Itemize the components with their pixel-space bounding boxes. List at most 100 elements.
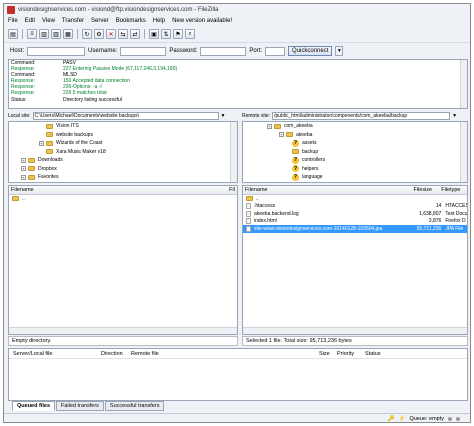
- vertical-scrollbar[interactable]: [460, 122, 467, 182]
- remote-site-input[interactable]: /public_html/administrator/components/co…: [272, 111, 451, 120]
- message-log[interactable]: Command: PASV Response: 227 Entering Passiv…: [8, 59, 468, 109]
- sync-browsing-icon[interactable]: ⇅: [161, 29, 171, 39]
- tree-item[interactable]: + Dropbox: [9, 165, 237, 174]
- list-item[interactable]: ..: [243, 195, 467, 203]
- remote-site-label: Remote site:: [242, 112, 271, 119]
- expand-icon[interactable]: +: [21, 174, 26, 180]
- file-icon: [246, 203, 251, 210]
- vertical-scrollbar[interactable]: [230, 122, 237, 182]
- reconnect-icon[interactable]: ⇄: [130, 29, 140, 39]
- tree-item-label: language: [302, 174, 323, 181]
- tree-item[interactable]: +Xara Music Maker v18: [9, 148, 237, 157]
- tab-failed-transfers[interactable]: Failed transfers: [56, 401, 104, 411]
- column-filesize[interactable]: Filesize: [411, 187, 439, 193]
- file-name: ..: [22, 195, 25, 202]
- tree-item[interactable]: +website backups: [9, 131, 237, 140]
- menu-transfer[interactable]: Transfer: [62, 18, 84, 24]
- expand-icon[interactable]: +: [267, 123, 272, 129]
- tree-item[interactable]: +backup: [243, 148, 467, 157]
- column-filename[interactable]: Filename: [9, 187, 227, 193]
- list-item[interactable]: .htaccess 14HTACCESS: [243, 203, 467, 211]
- column-local-file[interactable]: Server/Local file: [9, 351, 99, 357]
- username-input[interactable]: [120, 46, 167, 56]
- host-input[interactable]: [27, 46, 86, 56]
- chevron-down-icon[interactable]: ▼: [335, 46, 344, 56]
- vertical-scrollbar[interactable]: [460, 60, 467, 108]
- menu-new-version[interactable]: New version available!: [172, 18, 232, 24]
- column-filetype[interactable]: Filetype: [439, 187, 467, 193]
- toggle-queue-icon[interactable]: ▦: [63, 29, 73, 39]
- column-size[interactable]: Size: [317, 351, 335, 357]
- column-priority[interactable]: Priority: [335, 351, 363, 357]
- list-item[interactable]: ..: [9, 195, 237, 203]
- list-item[interactable]: site-www.visiondesignservices.com-201401…: [243, 225, 467, 233]
- menu-edit[interactable]: Edit: [25, 18, 35, 24]
- expand-icon[interactable]: +: [21, 166, 26, 172]
- tree-item[interactable]: + Downloads: [9, 156, 237, 165]
- menu-view[interactable]: View: [42, 18, 55, 24]
- chevron-down-icon[interactable]: ▼: [452, 113, 457, 119]
- tree-item[interactable]: +?assets: [243, 139, 467, 148]
- column-filename[interactable]: Filename: [243, 187, 411, 193]
- expand-icon[interactable]: +: [279, 132, 284, 138]
- cancel-icon[interactable]: ✕: [106, 29, 116, 39]
- tab-successful-transfers[interactable]: Successful transfers: [104, 401, 165, 411]
- tree-item[interactable]: + Favorites: [9, 173, 237, 182]
- remote-file-list[interactable]: Filename Filesize Filetype .. .htaccess 14…: [242, 185, 468, 335]
- horizontal-scrollbar[interactable]: [243, 327, 467, 334]
- chevron-down-icon[interactable]: ▼: [221, 113, 226, 119]
- toggle-local-tree-icon[interactable]: ▥: [39, 29, 49, 39]
- folder-icon: [46, 132, 53, 138]
- speed-limit-icon[interactable]: ⚡: [399, 416, 406, 422]
- file-type: JPA File: [445, 225, 464, 232]
- quickconnect-button[interactable]: Quickconnect: [288, 46, 333, 56]
- queue-tabs: Queued files Failed transfers Successful…: [12, 401, 165, 411]
- tree-item[interactable]: +?language: [243, 173, 467, 182]
- refresh-icon[interactable]: ↻: [82, 29, 92, 39]
- horizontal-scrollbar[interactable]: [9, 327, 237, 334]
- port-input[interactable]: [265, 46, 286, 56]
- column-filesize[interactable]: Fil: [227, 187, 237, 193]
- file-size: 3,876: [428, 218, 442, 225]
- site-manager-icon[interactable]: ▤: [8, 29, 18, 39]
- column-status[interactable]: Status: [363, 351, 403, 357]
- transfer-queue[interactable]: Server/Local file Direction Remote file …: [8, 348, 468, 401]
- expand-icon[interactable]: +: [39, 140, 44, 146]
- local-site-label: Local site:: [8, 112, 31, 119]
- file-size: 95,711,236: [416, 225, 442, 232]
- expand-icon[interactable]: +: [21, 157, 26, 163]
- list-item[interactable]: index.html 3,876 Firefox D: [243, 218, 467, 226]
- local-file-list[interactable]: Filename Fil ..: [8, 185, 238, 335]
- menu-help[interactable]: Help: [153, 18, 165, 24]
- toggle-log-icon[interactable]: ≡: [27, 29, 37, 39]
- tree-item[interactable]: + com_akeeba: [243, 122, 467, 131]
- menu-bookmarks[interactable]: Bookmarks: [116, 18, 146, 24]
- column-direction[interactable]: Direction: [99, 351, 129, 357]
- unknown-folder-icon: ?: [292, 156, 299, 164]
- local-directory-tree[interactable]: +Vision ITS+website backups+Wizards of t…: [8, 121, 238, 183]
- filter-icon[interactable]: ⚑: [173, 29, 183, 39]
- list-item[interactable]: akeeba.backend.log 1,638,807 Text Docu: [243, 210, 467, 218]
- tree-item[interactable]: + Wizards of the Coast: [9, 139, 237, 148]
- process-queue-icon[interactable]: ⚙: [94, 29, 104, 39]
- column-remote-file[interactable]: Remote file: [129, 351, 317, 357]
- queue-status: Queue: empty: [409, 415, 444, 422]
- tree-item[interactable]: +?helpers: [243, 165, 467, 174]
- toggle-remote-tree-icon[interactable]: ▥: [51, 29, 61, 39]
- tab-queued-files[interactable]: Queued files: [12, 401, 56, 411]
- menu-file[interactable]: File: [8, 18, 18, 24]
- menu-server[interactable]: Server: [91, 18, 109, 24]
- disconnect-icon[interactable]: ⇆: [118, 29, 128, 39]
- local-site-input[interactable]: C:\Users\Michael\Documents\website backu…: [32, 111, 219, 120]
- tree-item[interactable]: +Vision ITS: [9, 122, 237, 131]
- search-icon[interactable]: ⌕: [185, 29, 195, 39]
- directory-compare-icon[interactable]: ▣: [149, 29, 159, 39]
- tree-item[interactable]: +?controllers: [243, 156, 467, 165]
- tree-item[interactable]: + akeeba: [243, 131, 467, 140]
- tree-item-label: controllers: [302, 157, 326, 164]
- remote-directory-tree[interactable]: +com_akeeba+akeeba+?assets+backup+?contr…: [242, 121, 468, 183]
- file-name: index.html: [253, 218, 277, 225]
- password-input[interactable]: [200, 46, 247, 56]
- tree-item-label: Vision ITS: [56, 123, 79, 130]
- tree-item-label: backup: [302, 148, 319, 155]
